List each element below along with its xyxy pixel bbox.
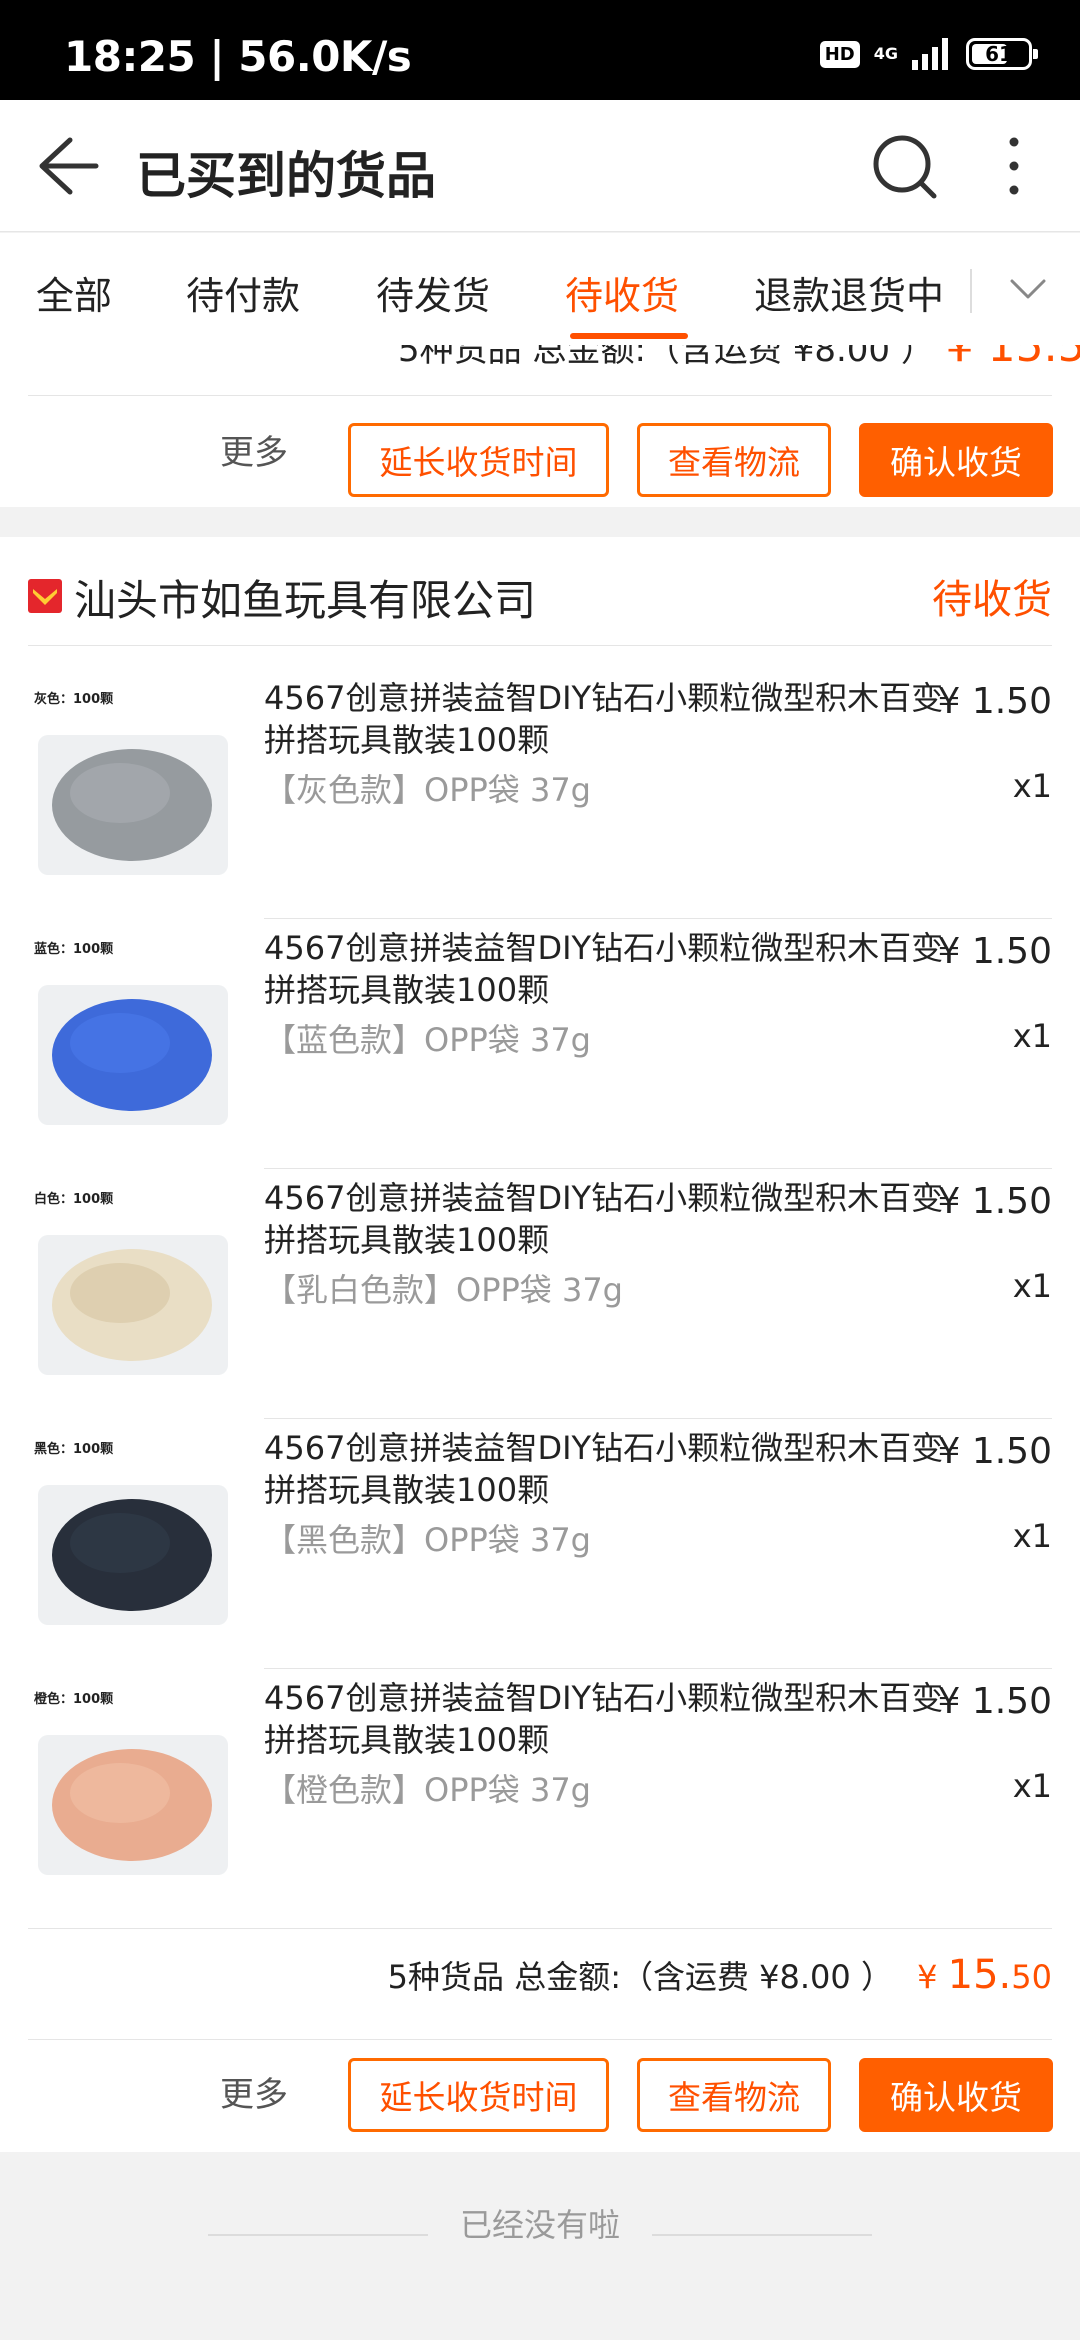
product-quantity: x1 [1012, 1267, 1052, 1305]
total-amount-dec: 50 [1011, 1958, 1052, 1996]
status-bar: 18:25 | 56.0K/s HD 4G 61 [0, 0, 1080, 100]
product-price: ¥ 1.50 [937, 681, 1052, 722]
active-tab-indicator [570, 333, 688, 339]
divider [28, 645, 1052, 646]
network-type: 4G [873, 44, 898, 63]
shop-icon [28, 579, 62, 613]
product-quantity: x1 [1012, 1017, 1052, 1055]
more-menu-icon[interactable] [984, 130, 1044, 202]
product-quantity: x1 [1012, 1767, 1052, 1805]
order-status: 待收货 [932, 577, 1052, 623]
divider [28, 395, 1052, 396]
product-image: 蓝色：100颗 [28, 931, 236, 1139]
product-spec: 【蓝色款】OPP袋 37g [264, 1021, 591, 1059]
product-title: 4567创意拼装益智DIY钻石小颗粒微型积木百变拼搭玩具散装100颗 [264, 679, 944, 759]
divider [28, 1928, 1052, 1929]
order-item[interactable]: 蓝色：100颗 4567创意拼装益智DIY钻石小颗粒微型积木百变拼搭玩具散装10… [0, 917, 1080, 1169]
total-amount-int: 15. [947, 1952, 1012, 1998]
shop-name[interactable]: 汕头市如鱼玩具有限公司 [74, 567, 536, 628]
divider [28, 2039, 1052, 2040]
status-time: 18:25 | 56.0K/s [64, 32, 412, 81]
product-price: ¥ 1.50 [937, 1681, 1052, 1722]
tab-refunds[interactable]: 退款退货中 [754, 265, 944, 320]
separator: | [209, 32, 225, 81]
product-title: 4567创意拼装益智DIY钻石小颗粒微型积木百变拼搭玩具散装100颗 [264, 1679, 944, 1759]
product-spec: 【灰色款】OPP袋 37g [264, 771, 591, 809]
more-link[interactable]: 更多 [220, 2067, 288, 2116]
order-item[interactable]: 白色：100颗 4567创意拼装益智DIY钻石小颗粒微型积木百变拼搭玩具散装10… [0, 1167, 1080, 1419]
previous-order-summary: 5种货品 总金额:（含运费 ¥8.00 ） ¥ 15.50 [398, 345, 1080, 372]
signal-icon [912, 38, 948, 70]
confirm-receipt-button[interactable]: 确认收货 [859, 423, 1053, 497]
previous-order-summary-text: 5种货品 总金额:（含运费 ¥8.00 ） [398, 345, 935, 370]
svg-text:灰色：100颗: 灰色：100颗 [34, 691, 113, 707]
view-logistics-button[interactable]: 查看物流 [637, 2058, 831, 2132]
previous-order-total: ¥ 15.50 [945, 345, 1080, 372]
search-icon[interactable] [868, 130, 940, 202]
extend-receipt-button[interactable]: 延长收货时间 [348, 423, 609, 497]
product-price: ¥ 1.50 [937, 931, 1052, 972]
order-item[interactable]: 橙色：100颗 4567创意拼装益智DIY钻石小颗粒微型积木百变拼搭玩具散装10… [0, 1667, 1080, 1917]
product-spec: 【黑色款】OPP袋 37g [264, 1521, 591, 1559]
order-status-tabs: 全部 待付款 待发货 待收货 退款退货中 [0, 233, 1080, 345]
product-spec: 【乳白色款】OPP袋 37g [264, 1271, 623, 1309]
product-title: 4567创意拼装益智DIY钻石小颗粒微型积木百变拼搭玩具散装100颗 [264, 1179, 944, 1259]
order-summary: 5种货品 总金额:（含运费 ¥8.00 ） ¥ 15.50 [388, 1952, 1052, 1998]
confirm-receipt-button[interactable]: 确认收货 [859, 2058, 1053, 2132]
product-spec: 【橙色款】OPP袋 37g [264, 1771, 591, 1809]
battery-level: 61 [985, 42, 1013, 66]
svg-text:橙色：100颗: 橙色：100颗 [34, 1691, 113, 1707]
product-price: ¥ 1.50 [937, 1181, 1052, 1222]
product-image: 灰色：100颗 [28, 681, 236, 889]
back-arrow-icon[interactable] [30, 130, 102, 202]
total-currency: ¥ [917, 1958, 938, 1996]
page-title: 已买到的货品 [136, 147, 436, 205]
end-line-right [652, 2234, 872, 2236]
tab-pending-shipment[interactable]: 待发货 [376, 265, 490, 320]
order-summary-text: 5种货品 总金额:（含运费 ¥8.00 ） [387, 1958, 893, 1996]
chevron-down-icon[interactable] [1000, 261, 1056, 317]
product-image: 黑色：100颗 [28, 1431, 236, 1639]
order-item[interactable]: 灰色：100颗 4567创意拼装益智DIY钻石小颗粒微型积木百变拼搭玩具散装10… [0, 667, 1080, 919]
system-icons: HD 4G 61 [819, 38, 1038, 70]
clock: 18:25 [64, 32, 196, 81]
hd-icon: HD [819, 40, 860, 68]
battery-icon: 61 [966, 38, 1038, 70]
tab-pending-receipt[interactable]: 待收货 [565, 265, 679, 320]
order-card: 汕头市如鱼玩具有限公司 待收货 灰色：100颗 4567创意拼装益智DIY钻石小… [0, 537, 1080, 2152]
svg-text:蓝色：100颗: 蓝色：100颗 [34, 941, 113, 957]
network-speed: 56.0K/s [238, 32, 412, 81]
product-quantity: x1 [1012, 1517, 1052, 1555]
tab-divider [970, 269, 972, 313]
svg-text:白色：100颗: 白色：100颗 [34, 1191, 113, 1207]
svg-text:黑色：100颗: 黑色：100颗 [34, 1441, 113, 1457]
app-header: 已买到的货品 [0, 100, 1080, 232]
product-image: 白色：100颗 [28, 1181, 236, 1389]
end-of-list-text: 已经没有啦 [459, 2206, 620, 2244]
more-link[interactable]: 更多 [220, 425, 288, 474]
product-title: 4567创意拼装益智DIY钻石小颗粒微型积木百变拼搭玩具散装100颗 [264, 1429, 944, 1509]
tab-all[interactable]: 全部 [36, 265, 112, 320]
view-logistics-button[interactable]: 查看物流 [637, 423, 831, 497]
product-quantity: x1 [1012, 767, 1052, 805]
product-price: ¥ 1.50 [937, 1431, 1052, 1472]
product-image: 橙色：100颗 [28, 1681, 236, 1889]
previous-order-card: 5种货品 总金额:（含运费 ¥8.00 ） ¥ 15.50 更多 延长收货时间 … [0, 345, 1080, 507]
tab-pending-payment[interactable]: 待付款 [186, 265, 300, 320]
order-item[interactable]: 黑色：100颗 4567创意拼装益智DIY钻石小颗粒微型积木百变拼搭玩具散装10… [0, 1417, 1080, 1669]
extend-receipt-button[interactable]: 延长收货时间 [348, 2058, 609, 2132]
product-title: 4567创意拼装益智DIY钻石小颗粒微型积木百变拼搭玩具散装100颗 [264, 929, 944, 1009]
